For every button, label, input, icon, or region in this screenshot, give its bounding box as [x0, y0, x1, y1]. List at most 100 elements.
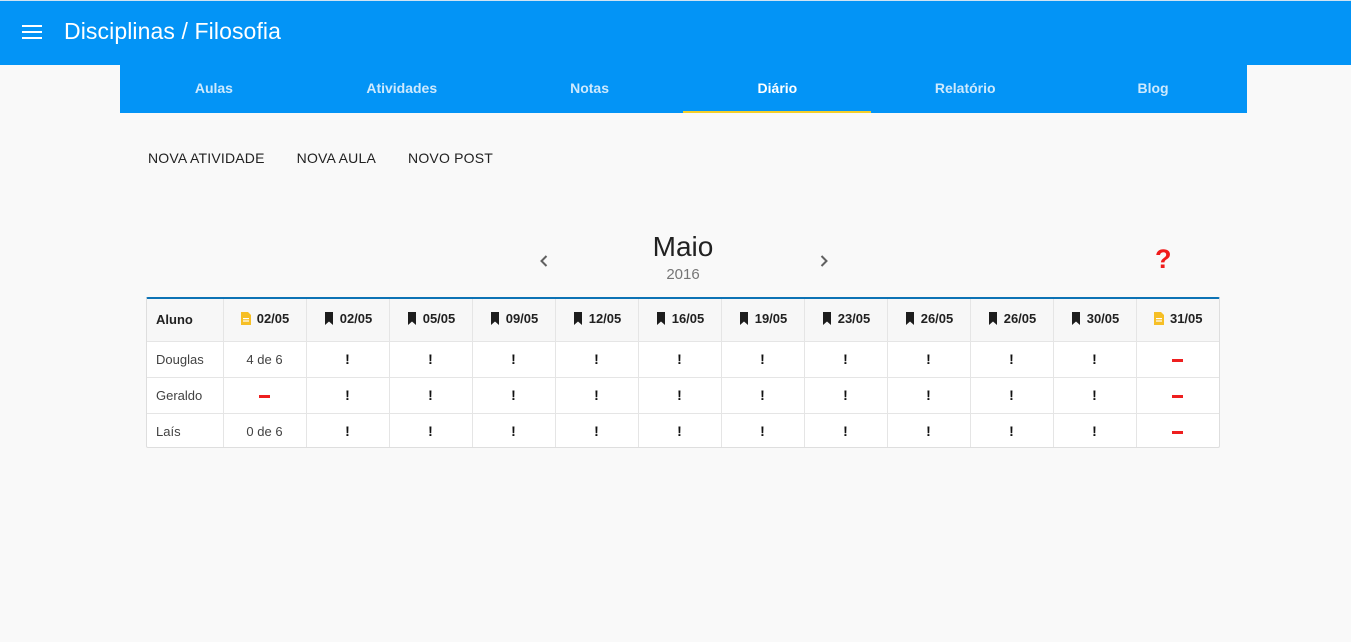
diary-cell[interactable] — [223, 377, 307, 414]
diary-cell[interactable]: ! — [306, 413, 390, 447]
date-column-header[interactable]: 31/05 — [1136, 299, 1219, 342]
pending-mark: ! — [760, 423, 765, 440]
diary-cell[interactable]: ! — [721, 341, 805, 378]
diary-cell[interactable]: ! — [638, 377, 722, 414]
tab-notas[interactable]: Notas — [496, 65, 684, 113]
diary-cell[interactable]: ! — [1053, 341, 1137, 378]
tab-diario[interactable]: Diário — [683, 65, 872, 113]
pending-mark: ! — [1009, 423, 1014, 440]
diary-cell[interactable]: ! — [970, 413, 1054, 447]
diary-cell[interactable]: ! — [472, 413, 556, 447]
diary-table: Aluno 02/05 02/05 05/05 09/05 12/05 16/05 19/0… — [146, 297, 1220, 448]
diary-cell[interactable] — [1136, 341, 1219, 378]
pending-mark: ! — [428, 423, 433, 440]
document-icon — [1153, 312, 1165, 326]
table-row: Geraldo!!!!!!!!!! — [147, 377, 1219, 414]
diary-cell[interactable]: ! — [638, 341, 722, 378]
nova-atividade-button[interactable]: NOVA ATIVIDADE — [148, 150, 265, 166]
table-row: Laís 0 de 6!!!!!!!!!! — [147, 413, 1219, 447]
date-column-header[interactable]: 02/05 — [223, 299, 307, 342]
diary-cell[interactable]: ! — [389, 413, 473, 447]
diary-cell[interactable]: ! — [887, 377, 971, 414]
pending-mark: ! — [760, 351, 765, 367]
diary-cell[interactable]: ! — [970, 341, 1054, 378]
table-row: Douglas 4 de 6!!!!!!!!!! — [147, 341, 1219, 378]
pending-mark: ! — [345, 423, 350, 440]
diary-cell[interactable]: ! — [555, 341, 639, 378]
diary-cell[interactable]: 0 de 6 — [223, 413, 307, 447]
bookmark-icon — [655, 312, 667, 326]
bookmark-icon — [489, 312, 501, 326]
bookmark-icon — [1070, 312, 1082, 326]
pending-mark: ! — [760, 387, 765, 403]
bookmark-icon — [323, 312, 335, 326]
pending-mark: ! — [677, 351, 682, 367]
page-title: Disciplinas / Filosofia — [64, 18, 282, 44]
diary-cell[interactable]: ! — [804, 413, 888, 447]
tab-relatorio[interactable]: Relatório — [871, 65, 1059, 113]
bookmark-icon — [821, 312, 833, 326]
cell-value: 0 de 6 — [246, 423, 283, 439]
date-column-header[interactable]: 12/05 — [555, 299, 639, 342]
diary-cell[interactable]: ! — [804, 377, 888, 414]
diary-cell[interactable]: ! — [389, 341, 473, 378]
pending-mark: ! — [677, 423, 682, 440]
pending-mark: ! — [345, 351, 350, 367]
diary-cell[interactable]: ! — [472, 377, 556, 414]
absent-mark — [1172, 358, 1184, 362]
diary-cell[interactable] — [1136, 377, 1219, 414]
diary-cell[interactable]: ! — [970, 377, 1054, 414]
absent-mark — [259, 394, 270, 398]
diary-cell[interactable]: ! — [389, 377, 473, 414]
diary-cell[interactable]: ! — [887, 413, 971, 447]
diary-cell[interactable]: ! — [555, 377, 639, 414]
pending-mark: ! — [843, 387, 848, 403]
date-column-header[interactable]: 23/05 — [804, 299, 888, 342]
date-column-header[interactable]: 30/05 — [1053, 299, 1137, 342]
student-name: Douglas — [147, 341, 224, 378]
chevron-right-icon[interactable] — [816, 253, 832, 269]
diary-cell[interactable]: ! — [306, 377, 390, 414]
pending-mark: ! — [1092, 423, 1097, 440]
absent-mark — [1172, 430, 1184, 434]
diary-cell[interactable]: ! — [887, 341, 971, 378]
date-column-header[interactable]: 16/05 — [638, 299, 722, 342]
date-column-header[interactable]: 26/05 — [887, 299, 971, 342]
diary-cell[interactable]: ! — [638, 413, 722, 447]
date-column-header[interactable]: 02/05 — [306, 299, 390, 342]
date-column-header[interactable]: 19/05 — [721, 299, 805, 342]
tab-atividades[interactable]: Atividades — [308, 65, 496, 113]
pending-mark: ! — [1009, 387, 1014, 403]
diary-cell[interactable] — [1136, 413, 1219, 447]
date-label: 02/05 — [256, 311, 290, 327]
diary-cell[interactable]: ! — [721, 413, 805, 447]
diary-cell[interactable]: ! — [1053, 413, 1137, 447]
date-column-header[interactable]: 05/05 — [389, 299, 473, 342]
diary-cell[interactable]: 4 de 6 — [223, 341, 307, 378]
tab-blog[interactable]: Blog — [1059, 65, 1247, 113]
student-column-header: Aluno — [147, 299, 224, 342]
absent-mark — [1172, 394, 1184, 398]
diary-cell[interactable]: ! — [306, 341, 390, 378]
nova-aula-button[interactable]: NOVA AULA — [297, 150, 376, 166]
tab-aulas[interactable]: Aulas — [120, 65, 308, 113]
diary-cell[interactable]: ! — [555, 413, 639, 447]
pending-mark: ! — [926, 423, 931, 440]
pending-mark: ! — [843, 423, 848, 440]
diary-cell[interactable]: ! — [1053, 377, 1137, 414]
novo-post-button[interactable]: NOVO POST — [408, 150, 493, 166]
date-label: 12/05 — [588, 311, 622, 327]
date-label: 30/05 — [1086, 311, 1120, 327]
date-column-header[interactable]: 26/05 — [970, 299, 1054, 342]
pending-mark: ! — [594, 351, 599, 367]
diary-cell[interactable]: ! — [472, 341, 556, 378]
menu-icon[interactable] — [22, 25, 42, 41]
diary-cell[interactable]: ! — [721, 377, 805, 414]
bookmark-icon — [987, 312, 999, 326]
help-icon[interactable]: ? — [1155, 245, 1177, 273]
chevron-left-icon[interactable] — [536, 253, 552, 269]
date-column-header[interactable]: 09/05 — [472, 299, 556, 342]
pending-mark: ! — [511, 423, 516, 440]
date-label: 19/05 — [754, 311, 788, 327]
diary-cell[interactable]: ! — [804, 341, 888, 378]
